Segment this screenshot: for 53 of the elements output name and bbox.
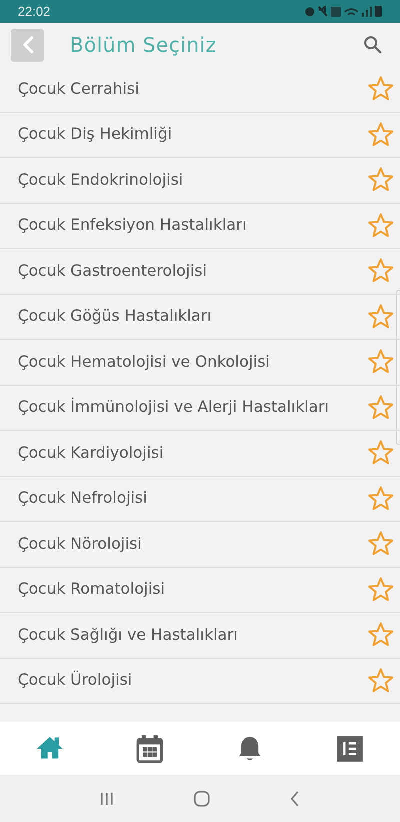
star-outline-icon[interactable] [368,212,394,239]
star-outline-icon[interactable] [368,668,394,694]
department-name: Çocuk Endokrinolojisi [18,170,184,191]
list-icon [336,734,364,762]
star-outline-icon[interactable] [368,622,394,648]
department-name: Çocuk Gastroenterolojisi [18,260,208,282]
department-name: Çocuk Nörolojisi [18,534,142,555]
star-outline-icon[interactable] [368,258,394,284]
department-name: Çocuk Hematolojisi ve Onkolojisi [18,352,270,373]
department-name: Çocuk Göğüs Hastalıkları [18,306,212,328]
screen-title: Bölüm Seçiniz [70,32,217,59]
department-row[interactable]: Çocuk Endokrinolojisi [0,158,400,204]
department-row[interactable]: Çocuk Enfeksiyon Hastalıkları [0,204,400,249]
star-outline-icon[interactable] [368,349,394,376]
department-row[interactable]: Çocuk Diş Hekimliği [0,112,400,158]
department-row[interactable]: Çocuk Cerrahisi [0,67,400,112]
department-name: Çocuk İmmünolojisi ve Alerji Hastalıkları [18,396,330,418]
department-row[interactable]: Çocuk Kardiyolojisi [0,431,400,476]
star-outline-icon[interactable] [368,122,394,148]
star-outline-icon[interactable] [368,394,394,421]
department-name: Çocuk Kardiyolojisi [18,442,164,464]
department-name: Çocuk Ürolojisi [18,670,132,692]
department-name: Çocuk Enfeksiyon Hastalıkları [18,215,247,236]
department-row[interactable]: Çocuk Göğüs Hastalıkları [0,294,400,340]
search-icon [364,36,382,54]
status-time: 22:02 [18,2,51,21]
star-outline-icon[interactable] [368,440,394,466]
calendar-icon [136,734,164,762]
department-row[interactable]: Çocuk İmmünolojisi ve Alerji Hastalıkları [0,386,400,431]
chevron-left-icon [20,36,34,54]
recent-apps-icon[interactable] [100,792,114,806]
star-outline-icon[interactable] [368,531,394,558]
department-row[interactable]: Çocuk Hematolojisi ve Onkolojisi [0,340,400,386]
signal-icon [362,6,372,16]
department-row[interactable]: Çocuk Gastroenterolojisi [0,249,400,294]
department-name: Çocuk Romatolojisi [18,579,166,600]
star-outline-icon[interactable] [368,304,394,330]
battery-icon [375,6,382,17]
department-name: Çocuk Nefrolojisi [18,488,148,510]
star-outline-icon[interactable] [368,167,394,194]
department-row[interactable]: Çocuk Ürolojisi [0,658,400,704]
wifi-icon [344,8,359,16]
back-button[interactable] [11,28,44,62]
department-row[interactable]: Çocuk Nefrolojisi [0,476,400,522]
department-row[interactable]: Çocuk Romatolojisi [0,568,400,613]
star-outline-icon[interactable] [368,576,394,603]
department-name: Çocuk Sağlığı ve Hastalıkları [18,624,238,646]
department-name: Çocuk Cerrahisi [18,78,140,100]
department-row[interactable]: Çocuk Sağlığı ve Hastalıkları [0,613,400,658]
star-outline-icon[interactable] [368,486,394,512]
department-row[interactable]: Çocuk Nörolojisi [0,522,400,568]
department-name: Çocuk Diş Hekimliği [18,124,172,146]
star-outline-icon[interactable] [368,76,394,102]
